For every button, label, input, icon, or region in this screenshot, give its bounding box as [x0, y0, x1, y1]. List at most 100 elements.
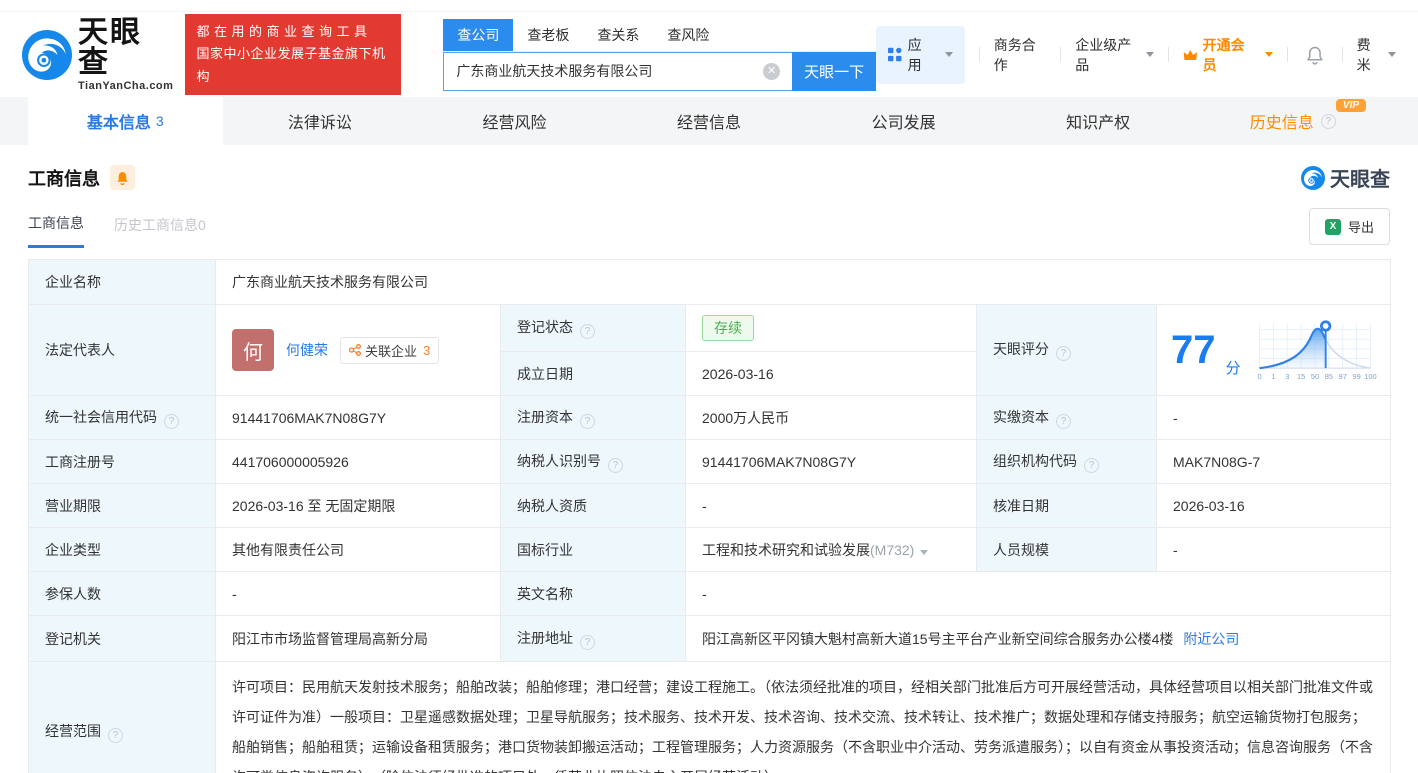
- approval-date-label: 核准日期: [976, 483, 1157, 528]
- establish-date-value: 2026-03-16: [685, 351, 977, 396]
- taxpayer-id-value: 91441706MAK7N08G7Y: [685, 439, 977, 484]
- section-title: 工商信息: [28, 168, 100, 189]
- search-button[interactable]: 天眼一下: [792, 51, 877, 91]
- svg-text:50: 50: [1310, 372, 1318, 381]
- export-button-label: 导出: [1347, 220, 1374, 235]
- svg-text:100: 100: [1364, 372, 1376, 381]
- search-tab-company[interactable]: 查公司: [443, 18, 514, 51]
- help-icon[interactable]: ?: [580, 413, 595, 429]
- promo-line-2: 国家中小企业发展子基金旗下机构: [196, 46, 386, 84]
- promo-banner: 都在用的商业查询工具 国家中小企业发展子基金旗下机构: [185, 14, 402, 95]
- menu-divider: [1060, 47, 1062, 62]
- tianyancha-logo[interactable]: 天眼查 TianYanCha.com: [22, 15, 174, 92]
- tab-legal-proceedings[interactable]: 法律诉讼: [223, 97, 418, 145]
- export-button[interactable]: X 导出: [1308, 208, 1390, 245]
- search-area: 查公司 查老板 查关系 查风险 ✕ 天眼一下: [443, 18, 877, 91]
- help-icon[interactable]: ?: [108, 728, 123, 743]
- promo-line-1: 都在用的商业查询工具: [196, 24, 372, 40]
- search-input[interactable]: [443, 51, 793, 91]
- table-row: 登记机关 阳江市市场监督管理局高新分局 注册地址? 阳江高新区平冈镇大魁村高新大…: [28, 615, 1392, 662]
- menu-divider: [1286, 47, 1288, 62]
- tab-company-development[interactable]: 公司发展: [806, 97, 1001, 145]
- paid-capital-value: -: [1155, 395, 1392, 440]
- tyc-score-cell: 77 分 0 1 3 15 50 85 97 99 100: [1155, 304, 1392, 396]
- tab-basic-info[interactable]: 基本信息 3: [28, 97, 223, 145]
- industry-label: 国标行业: [500, 527, 686, 572]
- legal-rep-name-link[interactable]: 何健荣: [286, 340, 328, 360]
- crown-icon: [1183, 49, 1197, 60]
- apps-menu-label: 应用: [907, 36, 922, 73]
- svg-text:99: 99: [1352, 372, 1360, 381]
- help-icon[interactable]: ?: [1056, 346, 1071, 361]
- site-header: 天眼查 TianYanCha.com 都在用的商业查询工具 国家中小企业发展子基…: [0, 12, 1418, 97]
- tyc-score-value: 77: [1171, 328, 1216, 372]
- help-icon[interactable]: ?: [1320, 113, 1336, 129]
- org-code-value: MAK7N08G-7: [1155, 439, 1392, 484]
- open-vip-label: 开通会员: [1202, 36, 1245, 73]
- related-companies-badge[interactable]: 关联企业 3: [340, 336, 440, 364]
- help-icon[interactable]: ?: [580, 634, 595, 650]
- clear-search-icon[interactable]: ✕: [763, 62, 781, 80]
- tab-operation-risk[interactable]: 经营风险: [417, 97, 612, 145]
- help-icon[interactable]: ?: [580, 324, 595, 339]
- staff-size-value: -: [1155, 527, 1392, 572]
- tianyancha-watermark-icon: [1301, 165, 1325, 190]
- business-info-table: 企业名称 广东商业航天技术服务有限公司 法定代表人 何 何健荣 关联企业 3 登…: [28, 259, 1392, 773]
- help-icon[interactable]: ?: [1056, 413, 1071, 429]
- logo-text: 天眼查: [78, 15, 142, 79]
- legal-rep-avatar[interactable]: 何: [232, 329, 274, 371]
- tab-history-info[interactable]: 历史信息 ? VIP: [1195, 97, 1390, 145]
- tab-operation-info[interactable]: 经营信息: [612, 97, 807, 145]
- apps-menu-button[interactable]: 应用: [876, 25, 965, 84]
- company-nav-bar: 基本信息 3 法律诉讼 经营风险 经营信息 公司发展 知识产权 历史信息 ? V…: [0, 97, 1418, 145]
- tyc-score-label: 天眼评分?: [976, 304, 1157, 396]
- table-row: 工商注册号 441706000005926 纳税人识别号? 91441706MA…: [28, 439, 1392, 484]
- insured-count-value: -: [215, 571, 501, 616]
- insured-count-label: 参保人数: [28, 571, 216, 616]
- table-row: 法定代表人 何 何健荣 关联企业 3 登记状态? 存续 天眼评分? 77 分 0…: [28, 304, 1392, 396]
- reg-address-text: 阳江高新区平冈镇大魁村高新大道15号主平台产业新空间综合服务办公楼4楼: [702, 630, 1174, 647]
- menu-divider: [978, 47, 980, 62]
- chevron-down-icon[interactable]: [920, 549, 929, 555]
- staff-size-label: 人员规模: [976, 527, 1157, 572]
- search-tab-boss[interactable]: 查老板: [513, 19, 583, 51]
- logo-domain-text: TianYanCha.com: [78, 79, 174, 92]
- business-cooperation-link[interactable]: 商务合作: [994, 35, 1047, 75]
- search-tab-risk[interactable]: 查风险: [653, 19, 723, 51]
- enterprise-products-label: 企业级产品: [1075, 36, 1132, 73]
- legal-rep-cell: 何 何健荣 关联企业 3: [215, 304, 501, 396]
- user-menu[interactable]: 费米: [1357, 35, 1396, 75]
- subtab-history-business-info[interactable]: 历史工商信息0: [114, 215, 206, 247]
- business-term-value: 2026-03-16 至 无固定期限: [215, 483, 501, 528]
- tianyancha-logo-icon: [22, 29, 72, 80]
- table-row: 经营范围? 许可项目：民用航天发射技术服务；船舶改装；船舶修理；港口经营；建设工…: [28, 661, 1392, 773]
- score-distribution-chart: 0 1 3 15 50 85 97 99 100: [1257, 320, 1376, 381]
- help-icon[interactable]: ?: [608, 457, 623, 473]
- subtab-business-info[interactable]: 工商信息: [28, 213, 84, 248]
- credit-code-label: 统一社会信用代码?: [28, 395, 216, 440]
- help-icon[interactable]: ?: [1084, 457, 1099, 473]
- reg-capital-label: 注册资本?: [500, 395, 686, 440]
- status-badge: 存续: [702, 315, 754, 341]
- chevron-down-icon: [944, 52, 953, 57]
- org-code-label: 组织机构代码?: [976, 439, 1157, 484]
- enterprise-products-menu[interactable]: 企业级产品: [1075, 35, 1154, 75]
- nearby-companies-link[interactable]: 附近公司: [1183, 631, 1239, 647]
- help-icon[interactable]: ?: [164, 413, 179, 429]
- table-row: 企业类型 其他有限责任公司 国标行业 工程和技术研究和试验发展(M732) 人员…: [28, 527, 1392, 572]
- org-chart-icon: [349, 344, 361, 356]
- company-type-value: 其他有限责任公司: [215, 527, 501, 572]
- tab-intellectual-property[interactable]: 知识产权: [1001, 97, 1196, 145]
- tab-basic-info-count: 3: [155, 113, 164, 129]
- notifications-bell-icon[interactable]: [1306, 45, 1324, 65]
- header-menu: 应用 商务合作 企业级产品 开通会员 费米: [876, 25, 1396, 84]
- search-tab-relation[interactable]: 查关系: [583, 19, 653, 51]
- company-type-label: 企业类型: [28, 527, 216, 572]
- company-name-value: 广东商业航天技术服务有限公司: [214, 259, 1392, 305]
- page-top-divider: [0, 0, 1418, 12]
- username-label: 费米: [1356, 36, 1371, 73]
- monitor-bell-button[interactable]: [110, 165, 135, 190]
- open-vip-button[interactable]: 开通会员: [1183, 35, 1273, 75]
- legal-rep-label: 法定代表人: [28, 304, 216, 396]
- tyc-score-unit: 分: [1225, 360, 1241, 377]
